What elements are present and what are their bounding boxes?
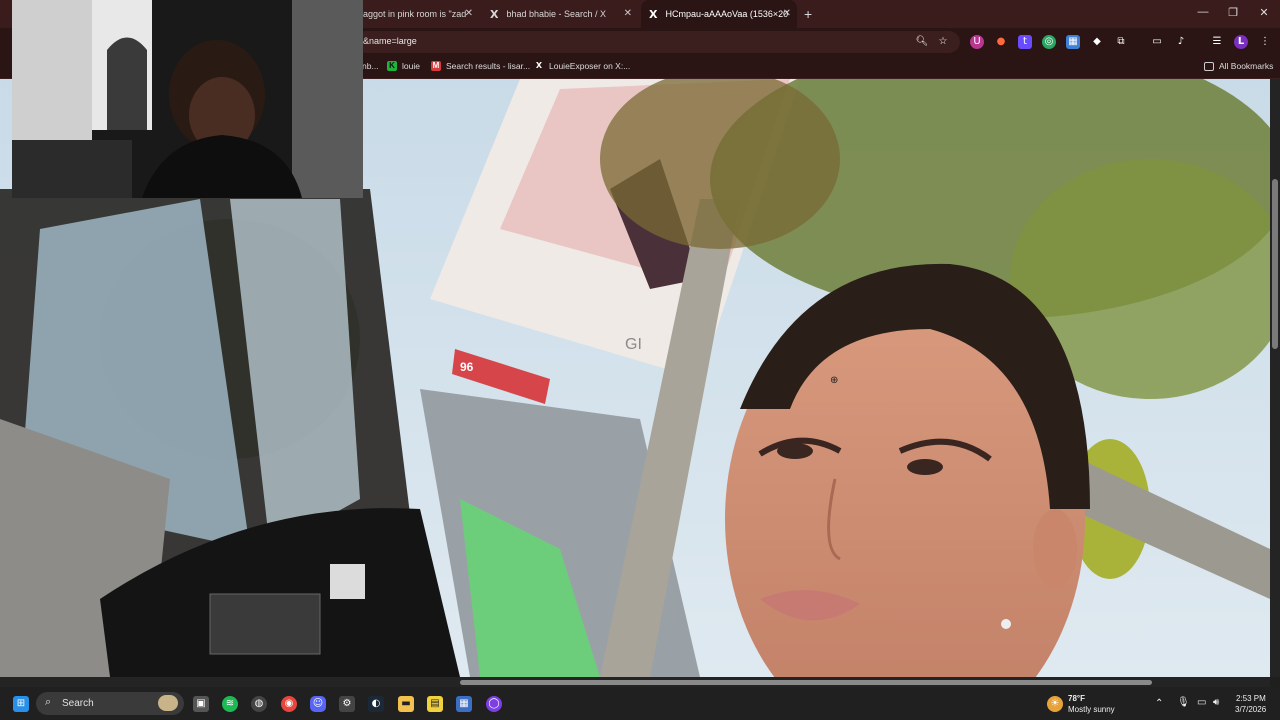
gmail-icon: M <box>431 61 441 71</box>
webcam-feed <box>12 0 363 198</box>
search-icon: ⌕ <box>45 696 52 708</box>
zoom-cursor-icon: ⊕ <box>830 375 839 386</box>
search-placeholder: Search <box>62 698 94 709</box>
tab-image-active[interactable]: X HCmpau-aAAAoVaa (1536×20 ✕ <box>641 0 797 28</box>
tab-search-icon[interactable]: ▭ <box>1150 35 1164 49</box>
billboard-text: GI <box>625 336 642 353</box>
windows-taskbar: ⊞ ⌕ Search ▣ ≋ ◍ ◉ ☺ ⚙ ◐ ▬ ▤ ▦ ◯ ☀ 78°F … <box>0 687 1280 720</box>
folder-icon <box>1204 61 1214 71</box>
horizontal-scroll-thumb[interactable] <box>460 680 1152 685</box>
tab-bhad-bhabie[interactable]: X bhad bhabie - Search / X ✕ <box>482 0 638 28</box>
bookmark-label: nb... <box>362 61 379 71</box>
x-logo-icon: X <box>649 7 658 21</box>
bookmark-label: louie <box>402 61 420 71</box>
extension-u-icon[interactable]: U <box>970 35 984 49</box>
webcam-overlay <box>12 0 363 198</box>
file-explorer-icon[interactable]: ▬ <box>398 696 414 712</box>
address-bar[interactable]: &name=large <box>355 31 960 53</box>
new-tab-button[interactable]: + <box>802 0 822 28</box>
weather-temp[interactable]: 78°F <box>1068 694 1085 703</box>
tab-pink-room[interactable]: aggot in pink room is "zad ✕ <box>355 0 479 28</box>
extension-green-icon[interactable]: ◎ <box>1042 35 1056 49</box>
spotify-icon[interactable]: ≋ <box>222 696 238 712</box>
taskbar-search-box[interactable]: ⌕ Search <box>36 692 184 715</box>
horizontal-scrollbar[interactable] <box>0 677 1270 687</box>
extension-blue-icon[interactable]: ▦ <box>1066 35 1080 49</box>
all-bookmarks-button[interactable]: All Bookmarks <box>1204 61 1273 71</box>
chrome-icon[interactable]: ◉ <box>281 696 297 712</box>
discord-icon[interactable]: ☺ <box>310 696 326 712</box>
minimize-button[interactable]: — <box>1194 6 1212 18</box>
tab-title: aggot in pink room is "zad <box>363 9 467 19</box>
task-view-icon[interactable]: ▣ <box>193 696 209 712</box>
close-tab-icon[interactable]: ✕ <box>624 8 632 19</box>
bookmark-label: Search results - lisar... <box>446 61 531 71</box>
app-icon[interactable]: ◍ <box>251 696 267 712</box>
obs-icon[interactable]: ◯ <box>486 696 502 712</box>
bookmark-star-icon[interactable]: ☆ <box>936 35 950 49</box>
reading-list-icon[interactable]: ☰ <box>1210 35 1224 49</box>
bookmark-item[interactable]: nb... <box>362 61 379 71</box>
extension-twitch-icon[interactable]: t <box>1018 35 1032 49</box>
plus-icon: + <box>804 6 813 22</box>
sign-text: 96 <box>460 360 474 374</box>
url-text[interactable]: &name=large <box>363 36 417 46</box>
chevron-up-icon[interactable]: ⌃ <box>1155 698 1163 709</box>
vertical-scroll-thumb[interactable] <box>1272 179 1278 349</box>
all-bookmarks-label: All Bookmarks <box>1219 61 1274 71</box>
steam-icon[interactable]: ◐ <box>368 696 384 712</box>
network-icon[interactable]: ▭ <box>1197 697 1206 708</box>
restore-button[interactable]: ❐ <box>1224 6 1242 19</box>
clock-time[interactable]: 2:53 PM <box>1236 694 1266 703</box>
tab-title: bhad bhabie - Search / X <box>506 9 607 19</box>
app-grid-icon[interactable]: ▦ <box>456 696 472 712</box>
windows-start-icon[interactable]: ⊞ <box>13 696 29 712</box>
vertical-scrollbar[interactable] <box>1270 79 1280 677</box>
weather-desc[interactable]: Mostly sunny <box>1068 705 1115 714</box>
kick-logo-icon: K <box>387 61 397 71</box>
weather-sun-icon[interactable]: ☀ <box>1047 696 1063 712</box>
bookmark-label: LouieExposer on X:... <box>549 61 631 71</box>
extension-fire-icon[interactable]: ● <box>994 35 1008 49</box>
bookmark-louie[interactable]: K louie <box>387 61 420 71</box>
media-icon[interactable]: ♪ <box>1174 35 1188 49</box>
tab-title: HCmpau-aAAAoVaa (1536×20 <box>665 9 789 19</box>
extensions-puzzle-icon[interactable]: ⧉ <box>1114 35 1128 49</box>
close-tab-icon[interactable]: ✕ <box>783 8 791 19</box>
close-window-button[interactable]: ✕ <box>1255 6 1273 19</box>
settings-gear-icon[interactable]: ⚙ <box>339 696 355 712</box>
bookmark-search-results[interactable]: M Search results - lisar... <box>431 61 530 71</box>
microphone-icon[interactable]: 🎙︎ <box>1177 697 1190 708</box>
menu-kebab-icon[interactable]: ⋮ <box>1258 35 1272 49</box>
close-tab-icon[interactable]: ✕ <box>465 8 473 19</box>
clock-date[interactable]: 3/7/2026 <box>1235 705 1266 714</box>
bookmark-louieexposer[interactable]: X LouieExposer on X:... <box>534 61 630 71</box>
zoom-icon[interactable]: 🔍︎ <box>915 35 929 49</box>
x-logo-icon: X <box>535 61 543 70</box>
extension-diamond-icon[interactable]: ◆ <box>1090 35 1104 49</box>
profile-avatar[interactable]: L <box>1234 35 1248 49</box>
x-logo-icon: X <box>490 7 499 21</box>
volume-icon[interactable]: 🔊︎ <box>1213 697 1219 708</box>
sticky-notes-icon[interactable]: ▤ <box>427 696 443 712</box>
search-highlight-icon <box>158 695 178 711</box>
